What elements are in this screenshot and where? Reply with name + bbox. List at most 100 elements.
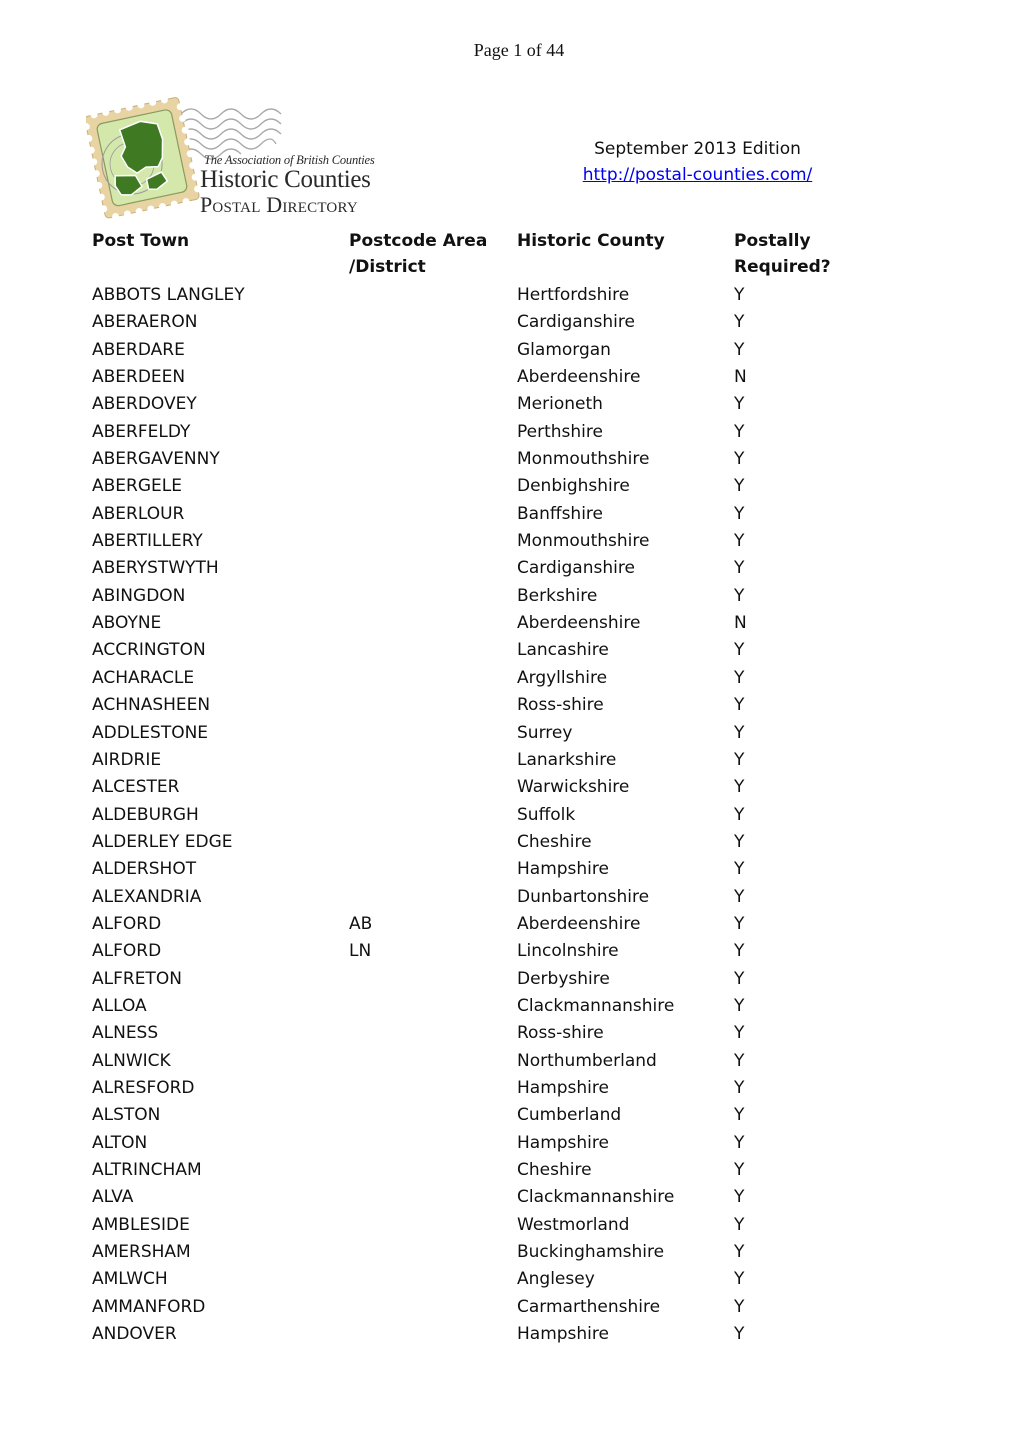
cell-post-town: ABERTILLERY [92,531,203,552]
cell-historic-county: Buckinghamshire [517,1242,665,1263]
cell-post-town: ACHARACLE [92,667,195,688]
cell-postcode [349,555,517,582]
cell-post-town: AMMANFORD [92,1296,206,1317]
cell-historic-county: Lanarkshire [517,749,617,770]
table-row: ABINGDON Berkshire Y [92,583,844,610]
cell-historic-county: Hampshire [517,1132,609,1153]
header-postally-required: Postally Required? [734,229,844,282]
cell-historic-county: Lincolnshire [517,941,619,962]
cell-postally-required: Y [734,777,745,798]
cell-post-town: AIRDRIE [92,749,162,770]
page-number: Page 1 of 44 [473,40,565,60]
cell-postcode [349,1212,517,1239]
cell-postcode [349,1075,517,1102]
cell-postally-required: Y [734,995,745,1016]
cell-post-town: ABERDEEN [92,367,186,388]
header-required-line1: Postally [734,231,811,251]
cell-historic-county: Cardiganshire [517,558,635,579]
cell-post-town: ALCESTER [92,777,180,798]
cell-post-town: ALNWICK [92,1050,171,1071]
cell-historic-county: Suffolk [517,804,576,825]
table-row: ALSTON Cumberland Y [92,1102,844,1129]
table-row: ABOYNE Aberdeenshire N [92,610,844,637]
cell-postcode [349,583,517,610]
table-row: ABERDARE Glamorgan Y [92,337,844,364]
table-row: ANDOVER Hampshire Y [92,1321,844,1348]
cell-postcode [349,1184,517,1211]
website-link[interactable]: http://postal-counties.com/ [583,165,813,185]
cell-postcode [349,1321,517,1348]
cell-historic-county: Hampshire [517,1077,609,1098]
cell-post-town: ALDERSHOT [92,859,197,880]
cell-historic-county: Aberdeenshire [517,613,641,634]
cell-postally-required: Y [734,449,745,470]
table-row: ALLOA Clackmannanshire Y [92,993,844,1020]
cell-postcode [349,419,517,446]
cell-postcode [349,665,517,692]
cell-postcode [349,829,517,856]
cell-post-town: ALFORD [92,941,162,962]
table-row: ABERDOVEY Merioneth Y [92,391,844,418]
table-row: ABERYSTWYTH Cardiganshire Y [92,555,844,582]
cell-historic-county: Monmouthshire [517,449,650,470]
table-row: ALCESTER Warwickshire Y [92,774,844,801]
cell-postally-required: Y [734,695,745,716]
cell-historic-county: Carmarthenshire [517,1296,661,1317]
cell-historic-county: Monmouthshire [517,531,650,552]
cell-postally-required: Y [734,1242,745,1263]
header-post-town-label: Post Town [92,231,190,251]
cell-postally-required: Y [734,1296,745,1317]
cell-historic-county: Aberdeenshire [517,367,641,388]
cell-postcode [349,856,517,883]
postal-directory-table: Post Town Postcode Area /District Histor… [92,229,844,1348]
cell-postcode [349,1294,517,1321]
cell-historic-county: Lancashire [517,640,609,661]
cell-postcode [349,1266,517,1293]
cell-post-town: ABINGDON [92,585,186,606]
cell-postcode [349,391,517,418]
cell-historic-county: Ross-shire [517,695,604,716]
cell-postally-required: Y [734,1187,745,1208]
cell-postcode [349,364,517,391]
cell-postally-required: Y [734,1160,745,1180]
table-row: ACHARACLE Argyllshire Y [92,665,844,692]
header-historic-county: Historic County [517,229,734,282]
cell-postcode: AB [349,913,373,934]
cell-postally-required: Y [734,640,745,661]
table-row: ALNWICK Northumberland Y [92,1048,844,1075]
cell-post-town: ALRESFORD [92,1077,195,1098]
cell-postcode: LN [349,941,372,962]
table-row: ALTON Hampshire Y [92,1130,844,1157]
cell-postcode [349,528,517,555]
table-row: ABERTILLERY Monmouthshire Y [92,528,844,555]
cell-postally-required: N [734,613,747,634]
cell-postcode [349,1157,517,1184]
cell-post-town: ABERGELE [92,476,182,497]
table-row: AMLWCH Anglesey Y [92,1266,844,1293]
cell-postcode [349,282,517,309]
cell-postally-required: Y [734,804,745,825]
table-row: ALFORD AB Aberdeenshire Y [92,911,844,938]
cell-post-town: ABOYNE [92,613,162,634]
cell-post-town: ABERLOUR [92,503,185,524]
table-row: ACHNASHEEN Ross-shire Y [92,692,844,719]
cell-postcode [349,337,517,364]
historic-counties-logo: The Association of British Counties Hist… [86,92,416,220]
cell-postcode [349,446,517,473]
cell-postcode [349,501,517,528]
cell-historic-county: Hampshire [517,1324,609,1345]
cell-historic-county: Derbyshire [517,968,610,989]
table-row: ABERGELE Denbighshire Y [92,473,844,500]
cell-postally-required: Y [734,968,745,989]
cell-postally-required: Y [734,1105,745,1126]
cell-postcode [349,610,517,637]
cell-postally-required: Y [734,1077,745,1098]
table-row: ALFRETON Derbyshire Y [92,966,844,993]
cell-postally-required: Y [734,1050,745,1071]
cell-postally-required: Y [734,476,745,497]
table-row: AIRDRIE Lanarkshire Y [92,747,844,774]
table-row: ALDEBURGH Suffolk Y [92,802,844,829]
cell-postally-required: Y [734,394,745,415]
cell-post-town: AMERSHAM [92,1242,191,1263]
cell-postally-required: Y [734,1324,745,1345]
